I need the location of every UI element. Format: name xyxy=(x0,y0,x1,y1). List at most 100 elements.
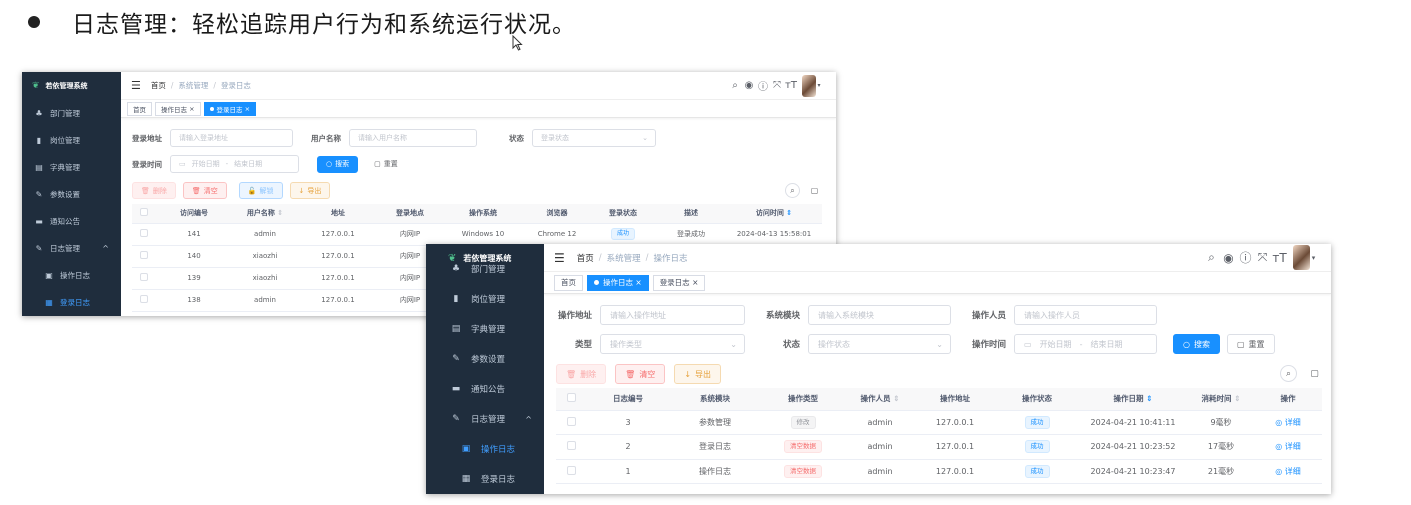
detail-link[interactable]: ◎ 详细 xyxy=(1254,434,1322,460)
column-header-sortable[interactable]: 用户名称 ⇕ xyxy=(232,204,298,224)
sidebar-item-operlog[interactable]: ▣ 操作日志 xyxy=(22,262,121,289)
column-label: 操作人员 xyxy=(860,394,891,404)
export-button[interactable]: ↓ 导出 xyxy=(674,364,722,384)
type-select[interactable]: 操作类型 ⌄ xyxy=(600,334,745,354)
ipaddr-input[interactable]: 请输入登录地址 xyxy=(170,129,293,147)
table-row[interactable]: 3 参数管理 修改 admin 127.0.0.1 成功 2024-04-21 … xyxy=(556,410,1322,435)
table-header: 访问编号 用户名称 ⇕ 地址 登录地点 操作系统 浏览器 登录状态 描述 访问时… xyxy=(132,204,822,224)
sidebar-item-notice[interactable]: ▬ 通知公告 xyxy=(426,374,544,404)
table-row[interactable]: 1 操作日志 清空数据 admin 127.0.0.1 成功 2024-04-2… xyxy=(556,459,1322,484)
module-input[interactable]: 请输入系统模块 xyxy=(808,305,951,325)
github-icon[interactable]: ◉ xyxy=(1220,251,1237,265)
column-header-sortable[interactable]: 访问时间 ⇕ xyxy=(726,204,822,224)
sidebar-item-logininfor[interactable]: ▦ 登录日志 xyxy=(426,464,544,494)
row-checkbox[interactable] xyxy=(132,289,156,312)
status-select[interactable]: 登录状态 ⌄ xyxy=(532,129,656,147)
delete-button[interactable]: 🗑 删除 xyxy=(132,182,176,199)
tag-logininfor[interactable]: 登录日志 × xyxy=(203,101,257,116)
refresh-icon[interactable]: ▢ xyxy=(807,183,822,198)
select-all-checkbox[interactable] xyxy=(556,388,586,411)
avatar[interactable] xyxy=(1293,245,1310,270)
status-badge: 成功 xyxy=(610,228,635,240)
sidebar-item-dict[interactable]: ▤ 字典管理 xyxy=(22,154,121,181)
detail-link[interactable]: ◎ 详细 xyxy=(1254,410,1322,435)
breadcrumb-home[interactable]: 首页 xyxy=(151,80,166,91)
sidebar-item-log[interactable]: ✎ 日志管理 ^ xyxy=(426,404,544,434)
delete-button[interactable]: 🗑 删除 xyxy=(556,364,607,384)
detail-link[interactable]: ◎ 详细 xyxy=(1254,459,1322,484)
sidebar-item-post[interactable]: ▮ 岗位管理 xyxy=(426,284,544,314)
unlock-button[interactable]: 🔓 解锁 xyxy=(238,182,283,199)
reset-button[interactable]: ▢ 重置 xyxy=(1226,334,1275,354)
column-header: 登录地点 xyxy=(378,204,442,224)
tag-home[interactable]: 首页 xyxy=(127,101,152,116)
search-toggle-icon[interactable]: ⌕ xyxy=(785,183,800,198)
column-header-sortable[interactable]: 操作日期 ⇕ xyxy=(1078,388,1188,411)
button-label: 导出 xyxy=(695,369,712,379)
row-checkbox[interactable] xyxy=(556,434,586,460)
close-icon[interactable]: × xyxy=(692,278,698,287)
table-row[interactable]: 2 登录日志 清空数据 admin 127.0.0.1 成功 2024-04-2… xyxy=(556,434,1322,460)
hamburger-icon[interactable]: ☰ xyxy=(131,79,141,92)
breadcrumb-home[interactable]: 首页 xyxy=(577,252,594,264)
search-toggle-icon[interactable]: ⌕ xyxy=(1280,365,1297,382)
font-size-icon[interactable]: ᴛT xyxy=(784,80,798,91)
date-range-picker[interactable]: ▭ 开始日期 - 结束日期 xyxy=(1014,334,1157,354)
operaddr-input[interactable]: 请输入操作地址 xyxy=(600,305,745,325)
help-icon[interactable]: ⓘ xyxy=(1237,249,1254,266)
sort-icon: ⇕ xyxy=(1234,394,1241,404)
date-range-picker[interactable]: ▭ 开始日期 - 结束日期 xyxy=(170,155,299,173)
operator-input[interactable]: 请输入操作人员 xyxy=(1014,305,1157,325)
select-all-checkbox[interactable] xyxy=(132,204,156,224)
hamburger-icon[interactable]: ☰ xyxy=(554,251,565,265)
sidebar-item-dept[interactable]: ♣ 部门管理 xyxy=(22,100,121,127)
sidebar-item-config[interactable]: ✎ 参数设置 xyxy=(426,344,544,374)
sidebar-item-post[interactable]: ▮ 岗位管理 xyxy=(22,127,121,154)
tag-logininfor[interactable]: 登录日志 × xyxy=(652,274,706,291)
sidebar-item-logininfor[interactable]: ▦ 登录日志 xyxy=(22,289,121,316)
font-size-icon[interactable]: ᴛT xyxy=(1271,251,1288,265)
close-icon[interactable]: × xyxy=(245,105,250,113)
sidebar-item-notice[interactable]: ▬ 通知公告 xyxy=(22,208,121,235)
search-icon[interactable]: ⌕ xyxy=(728,80,742,91)
search-button[interactable]: ○ 搜索 xyxy=(1173,334,1220,354)
button-label: 重置 xyxy=(1248,339,1265,349)
fullscreen-icon[interactable]: ⤧ xyxy=(770,80,784,91)
status-select[interactable]: 操作状态 ⌄ xyxy=(808,334,951,354)
username-input[interactable]: 请输入用户名称 xyxy=(349,129,477,147)
column-header-sortable[interactable]: 操作人员 ⇕ xyxy=(846,388,914,411)
close-icon[interactable]: × xyxy=(189,105,194,113)
reset-button[interactable]: ▢ 重置 xyxy=(366,155,406,173)
sidebar-item-label: 操作日志 xyxy=(481,445,516,455)
avatar[interactable] xyxy=(802,74,816,97)
help-icon[interactable]: ⓘ xyxy=(756,78,770,93)
github-icon[interactable]: ◉ xyxy=(742,80,756,91)
row-checkbox[interactable] xyxy=(132,245,156,268)
clean-button[interactable]: 🗑 清空 xyxy=(615,364,666,384)
close-icon[interactable]: × xyxy=(635,278,641,287)
operaddr-label: 操作地址 xyxy=(557,311,592,321)
sidebar-item-dept[interactable]: ♣ 部门管理 xyxy=(426,254,544,284)
row-checkbox[interactable] xyxy=(556,410,586,435)
search-icon[interactable]: ⌕ xyxy=(1203,250,1220,265)
column-header-sortable[interactable]: 消耗时间 ⇕ xyxy=(1188,388,1254,411)
row-checkbox[interactable] xyxy=(132,223,156,246)
caret-down-icon[interactable]: ▾ xyxy=(1310,254,1317,262)
caret-down-icon[interactable]: ▾ xyxy=(816,82,822,89)
clean-button[interactable]: 🗑 清空 xyxy=(182,182,227,199)
sidebar-item-dict[interactable]: ▤ 字典管理 xyxy=(426,314,544,344)
row-checkbox[interactable] xyxy=(132,267,156,290)
table-row[interactable]: 141 admin 127.0.0.1 内网IP Windows 10 Chro… xyxy=(132,223,822,246)
tag-operlog[interactable]: 操作日志 × xyxy=(155,101,201,116)
sidebar-item-config[interactable]: ✎ 参数设置 xyxy=(22,181,121,208)
row-checkbox[interactable] xyxy=(556,459,586,484)
tag-operlog[interactable]: 操作日志 × xyxy=(587,274,649,291)
search-button[interactable]: ○ 搜索 xyxy=(317,155,359,173)
sidebar-item-log[interactable]: ✎ 日志管理 ^ xyxy=(22,235,121,262)
sidebar-item-operlog[interactable]: ▣ 操作日志 xyxy=(426,434,544,464)
tag-home[interactable]: 首页 xyxy=(554,274,583,291)
export-button[interactable]: ↓ 导出 xyxy=(289,182,331,199)
refresh-icon[interactable]: ▢ xyxy=(1306,365,1323,382)
fullscreen-icon[interactable]: ⤧ xyxy=(1254,250,1271,265)
column-label: 消耗时间 xyxy=(1201,394,1232,404)
